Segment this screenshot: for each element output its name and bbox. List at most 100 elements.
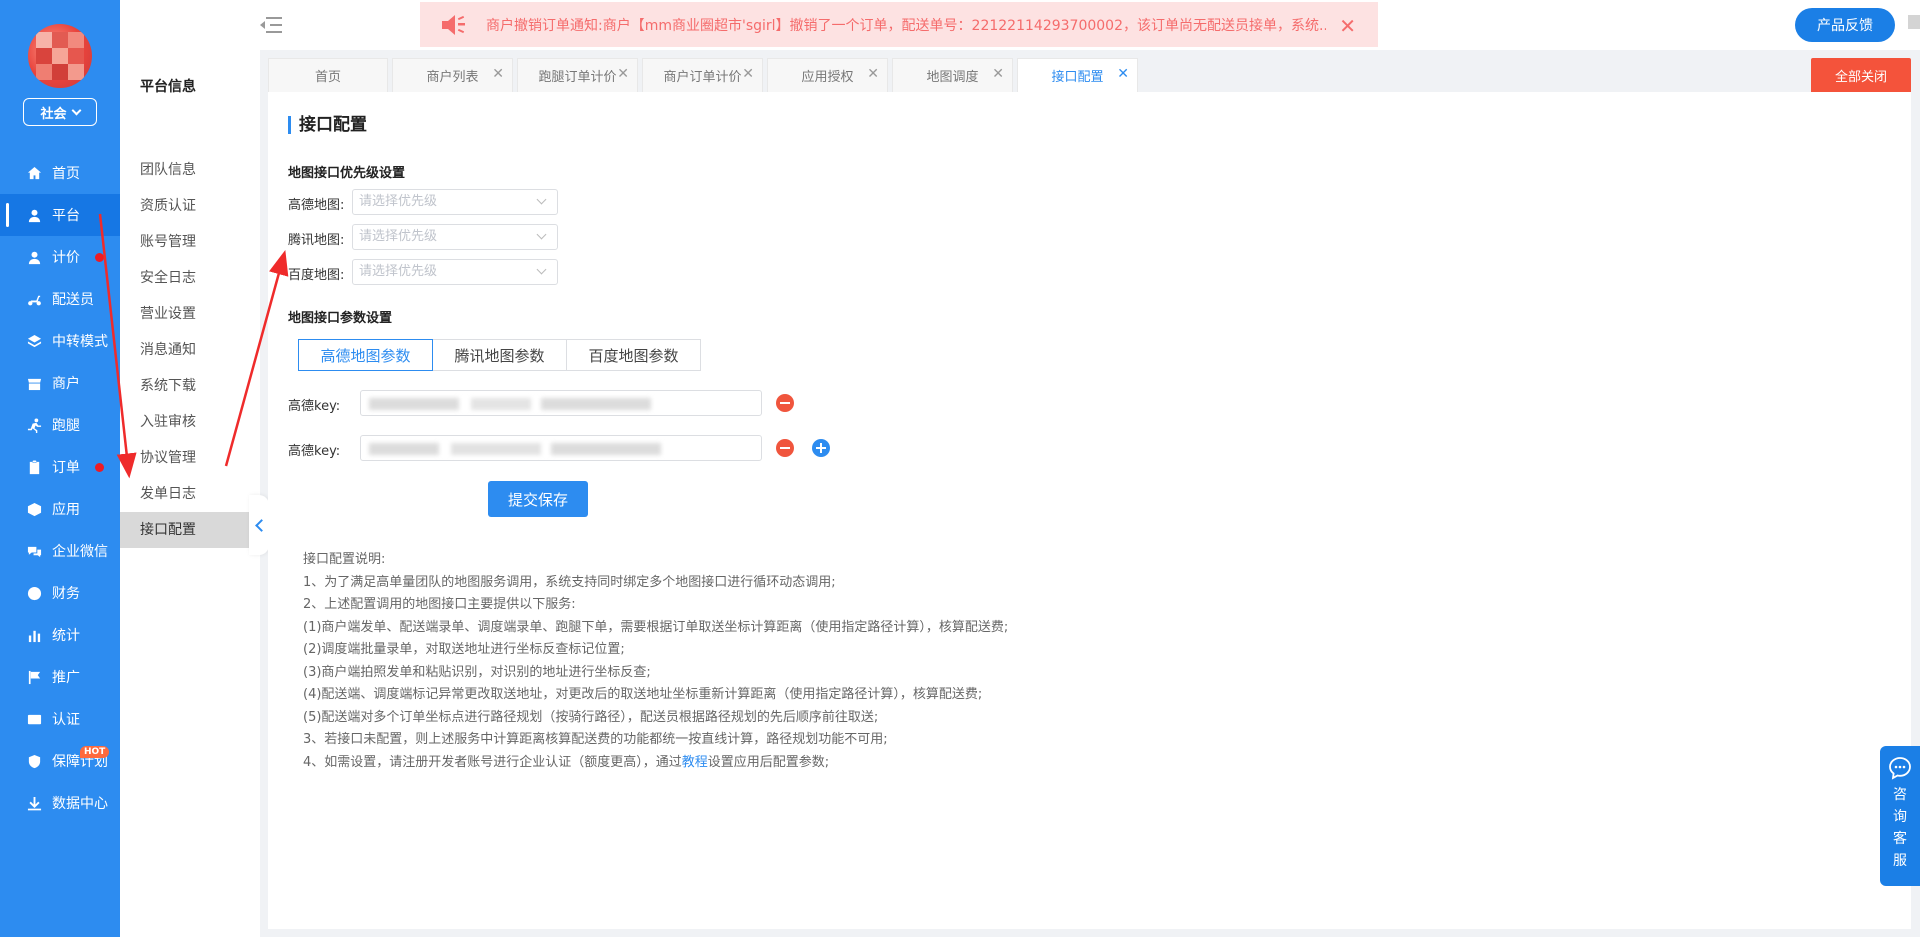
sidebar-item-3[interactable]: 配送员 [0,278,120,320]
chevron-down-icon [536,264,547,275]
chevron-left-icon [254,518,268,532]
tab-item[interactable]: 应用授权 ✕ [767,58,888,92]
sidebar-item-label: 应用 [52,502,80,518]
close-tab-icon[interactable]: ✕ [1117,66,1129,82]
customer-service-button[interactable]: 咨询客服 [1880,746,1920,886]
bar-chart-icon [26,627,42,643]
user-menu[interactable] [1908,14,1920,36]
flag-icon [26,669,42,685]
avatar[interactable] [28,24,92,88]
amap-key-input[interactable] [360,390,762,416]
config-notes: 接口配置说明: 1、为了满足高单量团队的地图服务调用，系统支持同时绑定多个地图接… [303,549,1008,774]
sidebar-item-label: 订单 [52,460,80,476]
sidebar-item-label: 数据中心 [52,796,108,812]
notes-line: (3)商户端拍照发单和粘贴识别，对识别的地址进行坐标反查; [303,664,651,680]
sidebar-item-12[interactable]: 推广 [0,656,120,698]
tab-label: 跑腿订单计价 [538,70,617,85]
tab-label: 首页 [314,70,341,85]
submenu-item[interactable]: 营业设置 [120,296,260,332]
sidebar-item-6[interactable]: 跑腿 [0,404,120,446]
sidebar-nav: 首页平台计价配送员中转模式商户跑腿订单应用企业微信 财务统计推广 认证 保障计划 HOT… [0,152,120,824]
user-icon [26,207,42,223]
sidebar-item-9[interactable]: 企业微信 [0,530,120,572]
amap-priority-select[interactable]: 请选择优先级 [352,189,558,215]
layers-icon [26,333,42,349]
sidebar-item-4[interactable]: 中转模式 [0,320,120,362]
chevron-down-icon [71,105,81,115]
sidebar-item-label: 中转模式 [52,334,108,350]
notification-dot [95,253,104,262]
sidebar-item-label: 统计 [52,628,80,644]
sidebar-item-0[interactable]: 首页 [0,152,120,194]
submenu-item[interactable]: 账号管理 [120,224,260,260]
notification-dot [95,463,104,472]
sidebar-item-7[interactable]: 订单 [0,446,120,488]
sidebar-item-2[interactable]: 计价 [0,236,120,278]
sidebar-item-13[interactable]: 认证 [0,698,120,740]
baidu-priority-select[interactable]: 请选择优先级 [352,259,558,285]
collapse-submenu-button[interactable] [249,495,269,555]
store-icon [26,375,42,391]
close-all-tabs-button[interactable]: 全部关闭 [1811,58,1911,92]
sidebar-item-1[interactable]: 平台 [0,194,120,236]
tab-item[interactable]: 商户订单计价 ✕ [642,58,763,92]
tab-amap-params[interactable]: 高德地图参数 [298,339,433,371]
tencent-priority-select[interactable]: 请选择优先级 [352,224,558,250]
amap-key-input[interactable] [360,435,762,461]
menu-fold-icon[interactable] [260,15,282,35]
feedback-button[interactable]: 产品反馈 [1795,8,1895,42]
sidebar-item-label: 计价 [52,250,80,266]
tab-item[interactable]: 商户列表 ✕ [392,58,513,92]
submenu-item[interactable]: 资质认证 [120,188,260,224]
tab-item[interactable]: 地图调度 ✕ [892,58,1013,92]
submenu-item[interactable]: 发单日志 [120,476,260,512]
tab-item[interactable]: 首页 [268,58,388,92]
close-tab-icon[interactable]: ✕ [867,66,879,82]
add-key-button[interactable] [812,439,830,457]
tutorial-link[interactable]: 教程 [682,755,708,770]
close-tab-icon[interactable]: ✕ [492,66,504,82]
amap-key-label: 高德key: [288,399,341,414]
close-tab-icon[interactable]: ✕ [742,66,754,82]
main-panel: 接口配置 地图接口优先级设置 高德地图: 请选择优先级 腾讯地图: 请选择优先级… [268,92,1911,929]
close-tab-icon[interactable]: ✕ [992,66,1004,82]
sidebar-item-11[interactable]: 统计 [0,614,120,656]
top-header: 商户撤销订单通知:商户【mm商业圈超市'sgirl】撤销了一个订单，配送单号：2… [120,0,1920,50]
sidebar-item-15[interactable]: 数据中心 [0,782,120,824]
submenu-item[interactable]: 团队信息 [120,152,260,188]
sidebar-item-10[interactable]: 财务 [0,572,120,614]
amap-priority-label: 高德地图: [288,198,345,213]
submenu-item[interactable]: 安全日志 [120,260,260,296]
submenu-item[interactable]: 接口配置 [120,512,260,548]
remove-key-button[interactable] [776,439,794,457]
sidebar-item-label: 商户 [52,376,80,392]
sidebar-item-14[interactable]: 保障计划 HOT [0,740,120,782]
save-button[interactable]: 提交保存 [488,481,588,517]
notes-line: (5)配送端对多个订单坐标点进行路径规划（按骑行路径），配送员根据路径规划的先后… [303,709,879,725]
close-notice-icon[interactable]: ✕ [1339,14,1356,38]
select-placeholder: 请选择优先级 [359,264,438,279]
baidu-priority-label: 百度地图: [288,268,345,283]
select-placeholder: 请选择优先级 [359,229,438,244]
submenu-item[interactable]: 入驻审核 [120,404,260,440]
remove-key-button[interactable] [776,394,794,412]
hot-badge: HOT [80,746,110,758]
submenu-item[interactable]: 消息通知 [120,332,260,368]
sidebar-item-5[interactable]: 商户 [0,362,120,404]
tab-label: 商户订单计价 [663,70,742,85]
submenu-item[interactable]: 协议管理 [120,440,260,476]
sidebar-item-8[interactable]: 应用 [0,488,120,530]
tab-baidu-params[interactable]: 百度地图参数 [566,339,701,371]
tab-item[interactable]: 接口配置 ✕ [1017,58,1138,92]
tab-label: 商户列表 [426,70,479,85]
close-tab-icon[interactable]: ✕ [617,66,629,82]
tab-tencent-params[interactable]: 腾讯地图参数 [432,339,567,371]
sidebar-item-label: 首页 [52,166,80,182]
org-select[interactable]: 社会 [23,98,97,126]
shield-icon [26,753,42,769]
submenu-item[interactable]: 系统下载 [120,368,260,404]
home-icon [26,165,42,181]
tab-item[interactable]: 跑腿订单计价 ✕ [517,58,638,92]
sidebar-item-label: 平台 [52,208,80,224]
notes-line: 2、上述配置调用的地图接口主要提供以下服务: [303,597,576,612]
